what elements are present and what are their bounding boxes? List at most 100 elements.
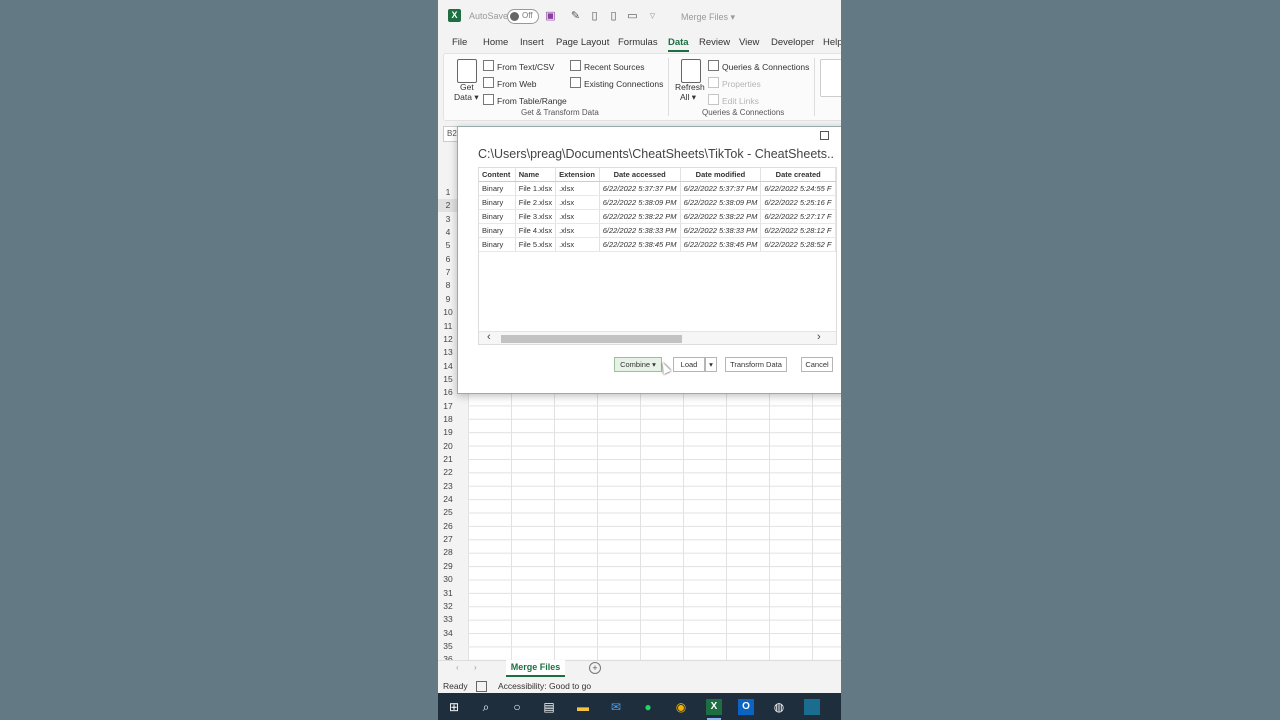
horizontal-scrollbar[interactable]: ‹ › [479, 331, 836, 344]
maximize-icon[interactable] [820, 131, 829, 140]
row-header[interactable]: 34 [438, 627, 458, 640]
row-header[interactable]: 1 [438, 186, 458, 199]
tab-help[interactable]: Help [823, 37, 841, 48]
row-header[interactable]: 15 [438, 373, 458, 386]
search-icon[interactable]: ⌕ [478, 699, 494, 715]
tab-formulas[interactable]: Formulas [618, 37, 658, 48]
row-header[interactable]: 24 [438, 493, 458, 506]
row-header[interactable]: 29 [438, 560, 458, 573]
table-row[interactable]: Binary File 1.xlsx .xlsx 6/22/2022 5:37:… [479, 181, 836, 196]
tab-file[interactable]: File [452, 37, 467, 48]
cancel-button[interactable]: Cancel [801, 357, 833, 372]
load-dropdown-button[interactable]: ▾ [705, 357, 717, 372]
row-header[interactable]: 11 [438, 320, 458, 333]
row-header[interactable]: 18 [438, 413, 458, 426]
cortana-icon[interactable]: ○ [509, 699, 525, 715]
row-header[interactable]: 17 [438, 400, 458, 413]
print-icon[interactable]: ▯ [608, 10, 619, 22]
row-header[interactable]: 12 [438, 333, 458, 346]
table-row[interactable]: Binary File 4.xlsx .xlsx 6/22/2022 5:38:… [479, 223, 836, 238]
open-folder-icon[interactable]: ▭ [627, 10, 638, 22]
row-header[interactable]: 23 [438, 480, 458, 493]
row-header[interactable]: 7 [438, 266, 458, 279]
row-header[interactable]: 20 [438, 440, 458, 453]
save-icon[interactable]: ▣ [545, 10, 556, 22]
row-header[interactable]: 33 [438, 613, 458, 626]
get-data-label[interactable]: Get [460, 82, 474, 92]
row-header[interactable]: 5 [438, 239, 458, 252]
scroll-right-icon[interactable]: › [817, 331, 821, 343]
autosave-toggle[interactable]: Off [507, 9, 539, 24]
cell-grid[interactable] [468, 392, 841, 660]
customize-qat-icon[interactable]: ▿ [647, 10, 658, 22]
refresh-all-label[interactable]: Refresh [675, 82, 705, 92]
row-header[interactable]: 6 [438, 253, 458, 266]
row-header[interactable]: 32 [438, 600, 458, 613]
accessibility-status[interactable]: Accessibility: Good to go [498, 681, 591, 691]
column-header[interactable]: Date modified [680, 168, 762, 182]
column-header[interactable]: Name [515, 168, 557, 182]
existing-connections-button[interactable]: Existing Connections [570, 77, 663, 89]
tab-view[interactable]: View [739, 37, 759, 48]
queries-connections-button[interactable]: Queries & Connections [708, 60, 809, 72]
table-row[interactable]: Binary File 3.xlsx .xlsx 6/22/2022 5:38:… [479, 209, 836, 224]
from-web-button[interactable]: From Web [483, 77, 537, 89]
row-header[interactable]: 4 [438, 226, 458, 239]
row-header[interactable]: 19 [438, 426, 458, 439]
app-icon[interactable] [804, 699, 820, 715]
table-row[interactable]: Binary File 2.xlsx .xlsx 6/22/2022 5:38:… [479, 195, 836, 210]
column-header[interactable]: Content [479, 168, 516, 182]
row-header[interactable]: 10 [438, 306, 458, 319]
add-sheet-icon[interactable]: + [589, 662, 601, 674]
tab-developer[interactable]: Developer [771, 37, 814, 48]
row-header[interactable]: 25 [438, 506, 458, 519]
excel-icon[interactable]: X [706, 699, 722, 720]
sheet-tab-merge-files[interactable]: Merge Files [506, 660, 565, 677]
column-header[interactable]: Date accessed [599, 168, 681, 182]
spotify-icon[interactable]: ● [640, 699, 656, 715]
column-header[interactable]: Date created [760, 168, 836, 182]
refresh-all-label-2[interactable]: All ▾ [680, 92, 696, 103]
tab-review[interactable]: Review [699, 37, 730, 48]
row-header[interactable]: 28 [438, 546, 458, 559]
row-header[interactable]: 26 [438, 520, 458, 533]
file-explorer-icon[interactable]: ▬ [575, 699, 591, 715]
mail-icon[interactable]: ✉ [608, 699, 624, 715]
row-header[interactable]: 30 [438, 573, 458, 586]
row-header[interactable]: 13 [438, 346, 458, 359]
outlook-icon[interactable]: O [738, 699, 754, 715]
row-header[interactable]: 9 [438, 293, 458, 306]
row-header[interactable]: 31 [438, 587, 458, 600]
load-button[interactable]: Load [673, 357, 705, 372]
scrollbar-thumb[interactable] [501, 335, 682, 343]
chrome-icon[interactable]: ◉ [673, 699, 689, 715]
sort-icon[interactable] [820, 59, 841, 97]
new-file-icon[interactable]: ▯ [589, 10, 600, 22]
file-name[interactable]: Merge Files ▾ [681, 12, 735, 23]
obs-icon[interactable]: ◍ [771, 699, 787, 715]
row-header[interactable]: 35 [438, 640, 458, 653]
next-sheet-icon[interactable]: › [474, 663, 477, 672]
row-header[interactable]: 2 [438, 199, 458, 213]
format-painter-icon[interactable]: ✎ [570, 10, 581, 22]
from-text-csv-button[interactable]: From Text/CSV [483, 60, 554, 72]
from-table-range-button[interactable]: From Table/Range [483, 94, 567, 106]
prev-sheet-icon[interactable]: ‹ [456, 663, 459, 672]
tab-page-layout[interactable]: Page Layout [556, 37, 609, 48]
row-header[interactable]: 14 [438, 360, 458, 373]
scroll-left-icon[interactable]: ‹ [487, 331, 491, 343]
tab-insert[interactable]: Insert [520, 37, 544, 48]
tab-data[interactable]: Data [668, 37, 689, 52]
row-header[interactable]: 16 [438, 386, 458, 399]
row-header[interactable]: 22 [438, 466, 458, 479]
transform-data-button[interactable]: Transform Data [725, 357, 787, 372]
tab-home[interactable]: Home [483, 37, 508, 48]
macro-recording-icon[interactable] [476, 681, 487, 692]
recent-sources-button[interactable]: Recent Sources [570, 60, 644, 72]
row-header[interactable]: 21 [438, 453, 458, 466]
get-data-label-2[interactable]: Data ▾ [454, 92, 479, 103]
combine-button[interactable]: Combine ▾ [614, 357, 662, 372]
row-header[interactable]: 3 [438, 213, 458, 226]
column-header[interactable]: Extension [555, 168, 600, 182]
row-header[interactable]: 8 [438, 279, 458, 292]
